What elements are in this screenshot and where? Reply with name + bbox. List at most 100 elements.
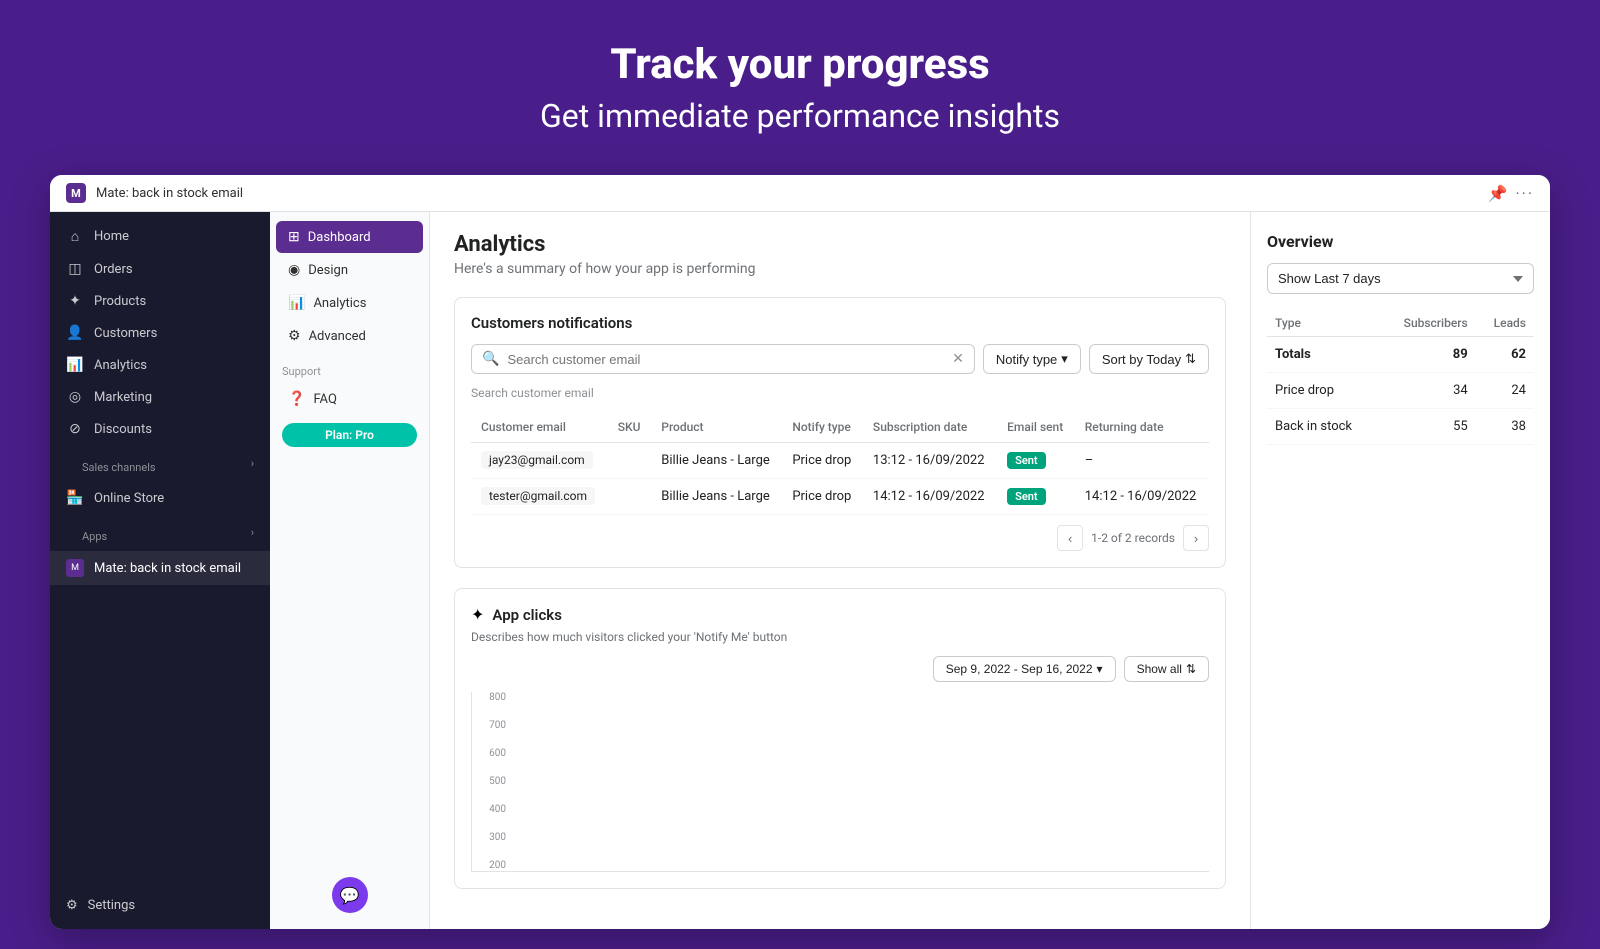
overview-cell-subscribers: 89 [1379,337,1476,373]
show-period-select[interactable]: Show Last 7 days [1267,263,1534,294]
cell-sku [608,443,652,479]
overview-title: Overview [1267,232,1534,251]
mate-app-icon: M [66,559,84,577]
cell-email-sent: Sent [997,479,1075,515]
cell-product: Billie Jeans - Large [651,479,782,515]
sidebar-item-home[interactable]: ⌂ Home [50,220,270,253]
filters-row: 🔍 ✕ Notify type ▾ Sort by Today ⇅ [471,344,1209,374]
show-all-button[interactable]: Show all ⇅ [1124,656,1209,682]
plugin-nav-dashboard[interactable]: ⊞ Dashboard [276,221,423,253]
chart-controls: Sep 9, 2022 - Sep 16, 2022 ▾ Show all ⇅ [471,656,1209,682]
sidebar-item-online-store[interactable]: 🏪 Online Store [50,482,270,514]
apps-chevron[interactable]: › [251,526,254,539]
overview-cell-leads: 38 [1476,409,1534,445]
customers-table: Customer email SKU Product Notify type S… [471,412,1209,515]
sidebar-item-analytics[interactable]: 📊 Analytics [50,349,270,381]
orders-icon: ◫ [66,261,84,277]
main-content: Analytics Here's a summary of how your a… [430,212,1250,929]
title-bar: M Mate: back in stock email 📌 ··· [50,175,1550,212]
chart-y-labels: 800 700 600 500 400 300 200 [472,692,510,871]
search-icon: 🔍 [482,351,499,367]
sidebar-item-customers[interactable]: 👤 Customers [50,317,270,349]
overview-panel: Overview Show Last 7 days Type Subscribe… [1250,212,1550,929]
sidebar-item-discounts[interactable]: ⊘ Discounts [50,413,270,445]
col-email-sent: Email sent [997,412,1075,443]
cell-subscription-date: 13:12 - 16/09/2022 [863,443,997,479]
date-range-chevron-icon: ▾ [1097,662,1103,676]
plugin-nav-faq[interactable]: ❓ FAQ [276,383,423,415]
more-options-icon[interactable]: ··· [1515,184,1534,203]
sales-channels-chevron[interactable]: › [251,457,254,470]
sidebar-item-marketing[interactable]: ◎ Marketing [50,381,270,413]
dashboard-icon: ⊞ [288,229,300,245]
app-clicks-subtitle: Describes how much visitors clicked your… [471,630,1209,644]
sidebar-item-products[interactable]: ✦ Products [50,285,270,317]
hero-section: Track your progress Get immediate perfor… [0,0,1600,165]
cell-subscription-date: 14:12 - 16/09/2022 [863,479,997,515]
app-body: ⌂ Home ◫ Orders ✦ Products 👤 Customers 📊… [50,212,1550,929]
products-icon: ✦ [66,293,84,309]
col-email: Customer email [471,412,608,443]
title-bar-text: Mate: back in stock email [96,186,243,201]
plugin-sidebar: ⊞ Dashboard ◉ Design 📊 Analytics ⚙ Advan… [270,212,430,929]
clear-icon[interactable]: ✕ [952,351,964,367]
sort-by-button[interactable]: Sort by Today ⇅ [1089,344,1209,374]
table-row: jay23@gmail.com Billie Jeans - Large Pri… [471,443,1209,479]
y-label-700: 700 [489,720,506,731]
overview-cell-subscribers: 34 [1379,373,1476,409]
app-clicks-star-icon: ✦ [471,605,484,624]
sort-chevron-icon: ⇅ [1185,351,1196,367]
table-row: tester@gmail.com Billie Jeans - Large Pr… [471,479,1209,515]
bar-chart: 800 700 600 500 400 300 200 [471,692,1209,872]
cell-email: jay23@gmail.com [471,443,608,479]
design-icon: ◉ [288,262,300,278]
analytics-plugin-icon: 📊 [288,295,305,311]
settings-icon: ⚙ [66,898,78,913]
plugin-nav-analytics[interactable]: 📊 Analytics [276,287,423,319]
chat-bubble[interactable]: 💬 [332,877,368,913]
app-clicks-card: ✦ App clicks Describes how much visitors… [454,588,1226,889]
plugin-nav-design[interactable]: ◉ Design [276,254,423,286]
overview-col-leads: Leads [1476,310,1534,337]
overview-cell-leads: 24 [1476,373,1534,409]
card-title-customers: Customers notifications [471,314,1209,332]
sidebar-item-settings[interactable]: ⚙ Settings [50,890,270,921]
advanced-icon: ⚙ [288,328,301,344]
apps-section: Apps › [50,514,270,551]
pin-icon[interactable]: 📌 [1488,184,1508,203]
y-label-300: 300 [489,832,506,843]
cell-returning-date: 14:12 - 16/09/2022 [1075,479,1209,515]
plugin-nav-advanced[interactable]: ⚙ Advanced [276,320,423,352]
page-title: Analytics [454,232,1226,257]
notify-type-button[interactable]: Notify type ▾ [983,344,1081,374]
sidebar-item-mate-app[interactable]: M Mate: back in stock email [50,551,270,585]
col-product: Product [651,412,782,443]
discounts-icon: ⊘ [66,421,84,437]
sidebar-item-orders[interactable]: ◫ Orders [50,253,270,285]
search-hint: Search customer email [471,386,1209,400]
page-subtitle: Here's a summary of how your app is perf… [454,261,1226,277]
overview-cell-leads: 62 [1476,337,1534,373]
overview-col-type: Type [1267,310,1379,337]
search-box: 🔍 ✕ [471,344,975,374]
support-label: Support [270,353,429,382]
app-clicks-header: ✦ App clicks [471,605,1209,624]
overview-row: Totals 89 62 [1267,337,1534,373]
col-subscription-date: Subscription date [863,412,997,443]
col-sku: SKU [608,412,652,443]
overview-cell-subscribers: 55 [1379,409,1476,445]
marketing-icon: ◎ [66,389,84,405]
overview-cell-type: Back in stock [1267,409,1379,445]
cell-returning-date: – [1075,443,1209,479]
overview-row: Back in stock 55 38 [1267,409,1534,445]
next-page-button[interactable]: › [1183,525,1209,551]
app-title-icon: M [66,183,86,203]
overview-col-subscribers: Subscribers [1379,310,1476,337]
date-range-button[interactable]: Sep 9, 2022 - Sep 16, 2022 ▾ [933,656,1116,682]
prev-page-button[interactable]: ‹ [1057,525,1083,551]
overview-cell-type: Price drop [1267,373,1379,409]
plan-badge[interactable]: Plan: Pro [282,423,417,447]
y-label-400: 400 [489,804,506,815]
y-label-600: 600 [489,748,506,759]
search-input[interactable] [507,352,944,367]
